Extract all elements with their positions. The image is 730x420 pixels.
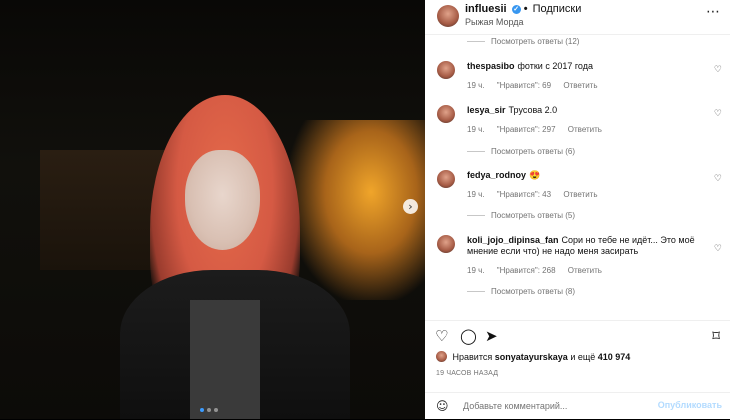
following-button[interactable]: Подписки [533, 3, 582, 15]
comment-time: 19 ч. [467, 190, 485, 199]
commenter-avatar[interactable] [437, 170, 455, 188]
carousel-dot [214, 408, 218, 412]
reply-button[interactable]: Ответить [563, 81, 597, 90]
carousel-dot-active [200, 408, 204, 412]
carousel-dot [207, 408, 211, 412]
commenter-username[interactable]: thespasibo [467, 61, 515, 71]
comment-body: koli_jojo_dipinsa_fan Сори но тебе не идё… [467, 235, 707, 257]
commenter-avatar[interactable] [437, 61, 455, 79]
add-comment-bar: ☺ Опубликовать [425, 392, 730, 420]
post-actions: ♡ ◯ ➤ ⌑ [425, 320, 730, 349]
comment-text: фотки с 2017 года [517, 61, 593, 71]
verified-icon: ✓ [511, 5, 521, 14]
comment-meta: 19 ч. "Нравится": 297 Ответить [467, 125, 612, 134]
commenter-username[interactable]: fedya_rodnoy [467, 170, 526, 180]
comment-likes[interactable]: "Нравится": 69 [497, 81, 551, 90]
emoji-icon[interactable]: ☺ [436, 399, 449, 413]
reply-divider [467, 215, 485, 216]
next-photo-icon[interactable]: › [403, 199, 418, 214]
publish-button[interactable]: Опубликовать [658, 400, 722, 410]
post-sidebar: influesii ✓ • Подписки Рыжая Морда ⋯ Пос… [425, 0, 730, 419]
comment-like-icon[interactable]: ♡ [714, 244, 722, 254]
commenter-username[interactable]: koli_jojo_dipinsa_fan [467, 235, 559, 245]
comment-body: thespasibo фотки с 2017 года [467, 61, 707, 72]
comment-input[interactable] [461, 400, 645, 412]
view-replies-label: Посмотреть ответы (8) [491, 287, 576, 296]
subject-shirt [190, 300, 260, 419]
like-icon[interactable]: ♡ [435, 327, 448, 345]
comment-text: 😍 [529, 170, 541, 180]
share-icon[interactable]: ➤ [485, 327, 498, 345]
reply-divider [467, 41, 485, 42]
view-replies-button[interactable]: Посмотреть ответы (8) [467, 287, 575, 296]
comment-like-icon[interactable]: ♡ [714, 65, 722, 75]
likes-middle: и ещё [570, 352, 596, 362]
post-timestamp[interactable]: 19 ЧАСОВ НАЗАД [436, 370, 498, 377]
comment-time: 19 ч. [467, 81, 485, 90]
commenter-avatar[interactable] [437, 235, 455, 253]
subject-face [185, 150, 260, 250]
reply-button[interactable]: Ответить [568, 125, 602, 134]
comments-list[interactable]: Посмотреть ответы (12) thespasibo фотки с… [425, 35, 730, 316]
view-replies-button[interactable]: Посмотреть ответы (5) [467, 211, 575, 220]
author-username[interactable]: influesii [465, 3, 507, 15]
save-icon[interactable]: ⌑ [712, 327, 720, 345]
comment-body: fedya_rodnoy 😍 [467, 170, 707, 181]
separator: • [523, 3, 528, 15]
reply-button[interactable]: Ответить [568, 266, 602, 275]
comment-like-icon[interactable]: ♡ [714, 174, 722, 184]
commenter-username[interactable]: lesya_sir [467, 105, 506, 115]
likes-summary: Нравится sonyatayurskaya и ещё 410 974 [436, 351, 630, 362]
view-replies-button[interactable]: Посмотреть ответы (6) [467, 147, 575, 156]
comment-meta: 19 ч. "Нравится": 69 Ответить [467, 81, 608, 90]
comment-meta: 19 ч. "Нравится": 43 Ответить [467, 190, 608, 199]
author-subtitle: Рыжая Морда [465, 17, 524, 27]
carousel-dots [200, 408, 218, 412]
more-options-icon[interactable]: ⋯ [706, 4, 720, 20]
liker-avatar[interactable] [436, 351, 447, 362]
likes-prefix: Нравится [452, 352, 493, 362]
comment-icon[interactable]: ◯ [460, 327, 477, 345]
likes-count[interactable]: 410 974 [598, 352, 631, 362]
view-replies-label: Посмотреть ответы (6) [491, 147, 576, 156]
view-replies-label: Посмотреть ответы (12) [491, 37, 580, 46]
post-header: influesii ✓ • Подписки Рыжая Морда ⋯ [425, 0, 730, 35]
view-replies-button[interactable]: Посмотреть ответы (12) [467, 37, 579, 46]
view-replies-label: Посмотреть ответы (5) [491, 211, 576, 220]
comment-time: 19 ч. [467, 266, 485, 275]
author-avatar[interactable] [437, 5, 459, 27]
comment-likes[interactable]: "Нравится": 43 [497, 190, 551, 199]
commenter-avatar[interactable] [437, 105, 455, 123]
comment-time: 19 ч. [467, 125, 485, 134]
reply-divider [467, 151, 485, 152]
comment-likes[interactable]: "Нравится": 297 [497, 125, 556, 134]
post-photo[interactable]: › [0, 0, 425, 419]
comment-body: lesya_sir Трусова 2.0 [467, 105, 707, 116]
comment-text: Трусова 2.0 [508, 105, 558, 115]
comment-likes[interactable]: "Нравится": 268 [497, 266, 556, 275]
author-line: influesii ✓ • Подписки [465, 3, 581, 15]
reply-divider [467, 291, 485, 292]
liker-username[interactable]: sonyatayurskaya [495, 352, 568, 362]
comment-meta: 19 ч. "Нравится": 268 Ответить [467, 266, 612, 275]
comment-like-icon[interactable]: ♡ [714, 109, 722, 119]
reply-button[interactable]: Ответить [563, 190, 597, 199]
